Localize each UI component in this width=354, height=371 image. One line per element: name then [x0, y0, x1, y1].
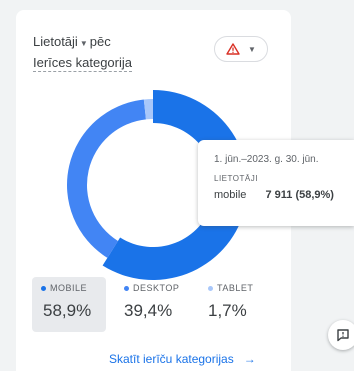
legend-label-mobile: MOBILE — [50, 283, 88, 293]
tooltip-category: mobile — [214, 189, 247, 201]
tooltip-metric: LIETOTĀJI — [214, 174, 258, 183]
tooltip-date-range: 1. jūn.–2023. g. 30. jūn. — [214, 154, 319, 165]
legend-value-desktop: 39,4% — [124, 301, 173, 320]
caret-down-icon[interactable]: ▼ — [80, 39, 88, 48]
legend-dot-desktop — [124, 285, 129, 291]
legend-tablet[interactable]: TABLET 1,7% — [208, 277, 253, 321]
feedback-button[interactable] — [328, 320, 354, 350]
card-title[interactable]: Lietotāji ▼ pēc Ierīces kategorija — [33, 32, 163, 72]
warning-menu-button[interactable]: ▼ — [214, 36, 268, 62]
legend-mobile[interactable]: MOBILE 58,9% — [32, 277, 106, 332]
view-device-categories-link[interactable]: Skatīt ierīču kategorijas → — [109, 352, 256, 366]
legend-value-tablet: 1,7% — [208, 301, 247, 320]
chevron-down-icon: ▼ — [248, 44, 256, 54]
legend-dot-tablet — [208, 285, 213, 291]
donut-slice-desktop[interactable] — [67, 99, 146, 258]
link-label: Skatīt ierīču kategorijas — [109, 352, 234, 366]
warning-triangle-icon — [226, 43, 240, 55]
chart-tooltip: 1. jūn.–2023. g. 30. jūn. LIETOTĀJI mobi… — [198, 140, 354, 226]
legend-label-tablet: TABLET — [217, 283, 254, 293]
title-suffix: pēc — [89, 34, 111, 49]
legend-value-mobile: 58,9% — [43, 301, 92, 320]
legend-desktop[interactable]: DESKTOP 39,4% — [124, 277, 179, 321]
tooltip-value: 7 911 (58,9%) — [265, 189, 334, 201]
feedback-icon — [337, 329, 349, 342]
dimension-selector[interactable]: Ierīces kategorija — [33, 54, 132, 72]
legend-label-desktop: DESKTOP — [133, 283, 180, 293]
arrow-right-icon: → — [243, 352, 256, 366]
metric-selector[interactable]: Lietotāji — [33, 34, 78, 49]
legend-dot-mobile — [41, 285, 46, 291]
